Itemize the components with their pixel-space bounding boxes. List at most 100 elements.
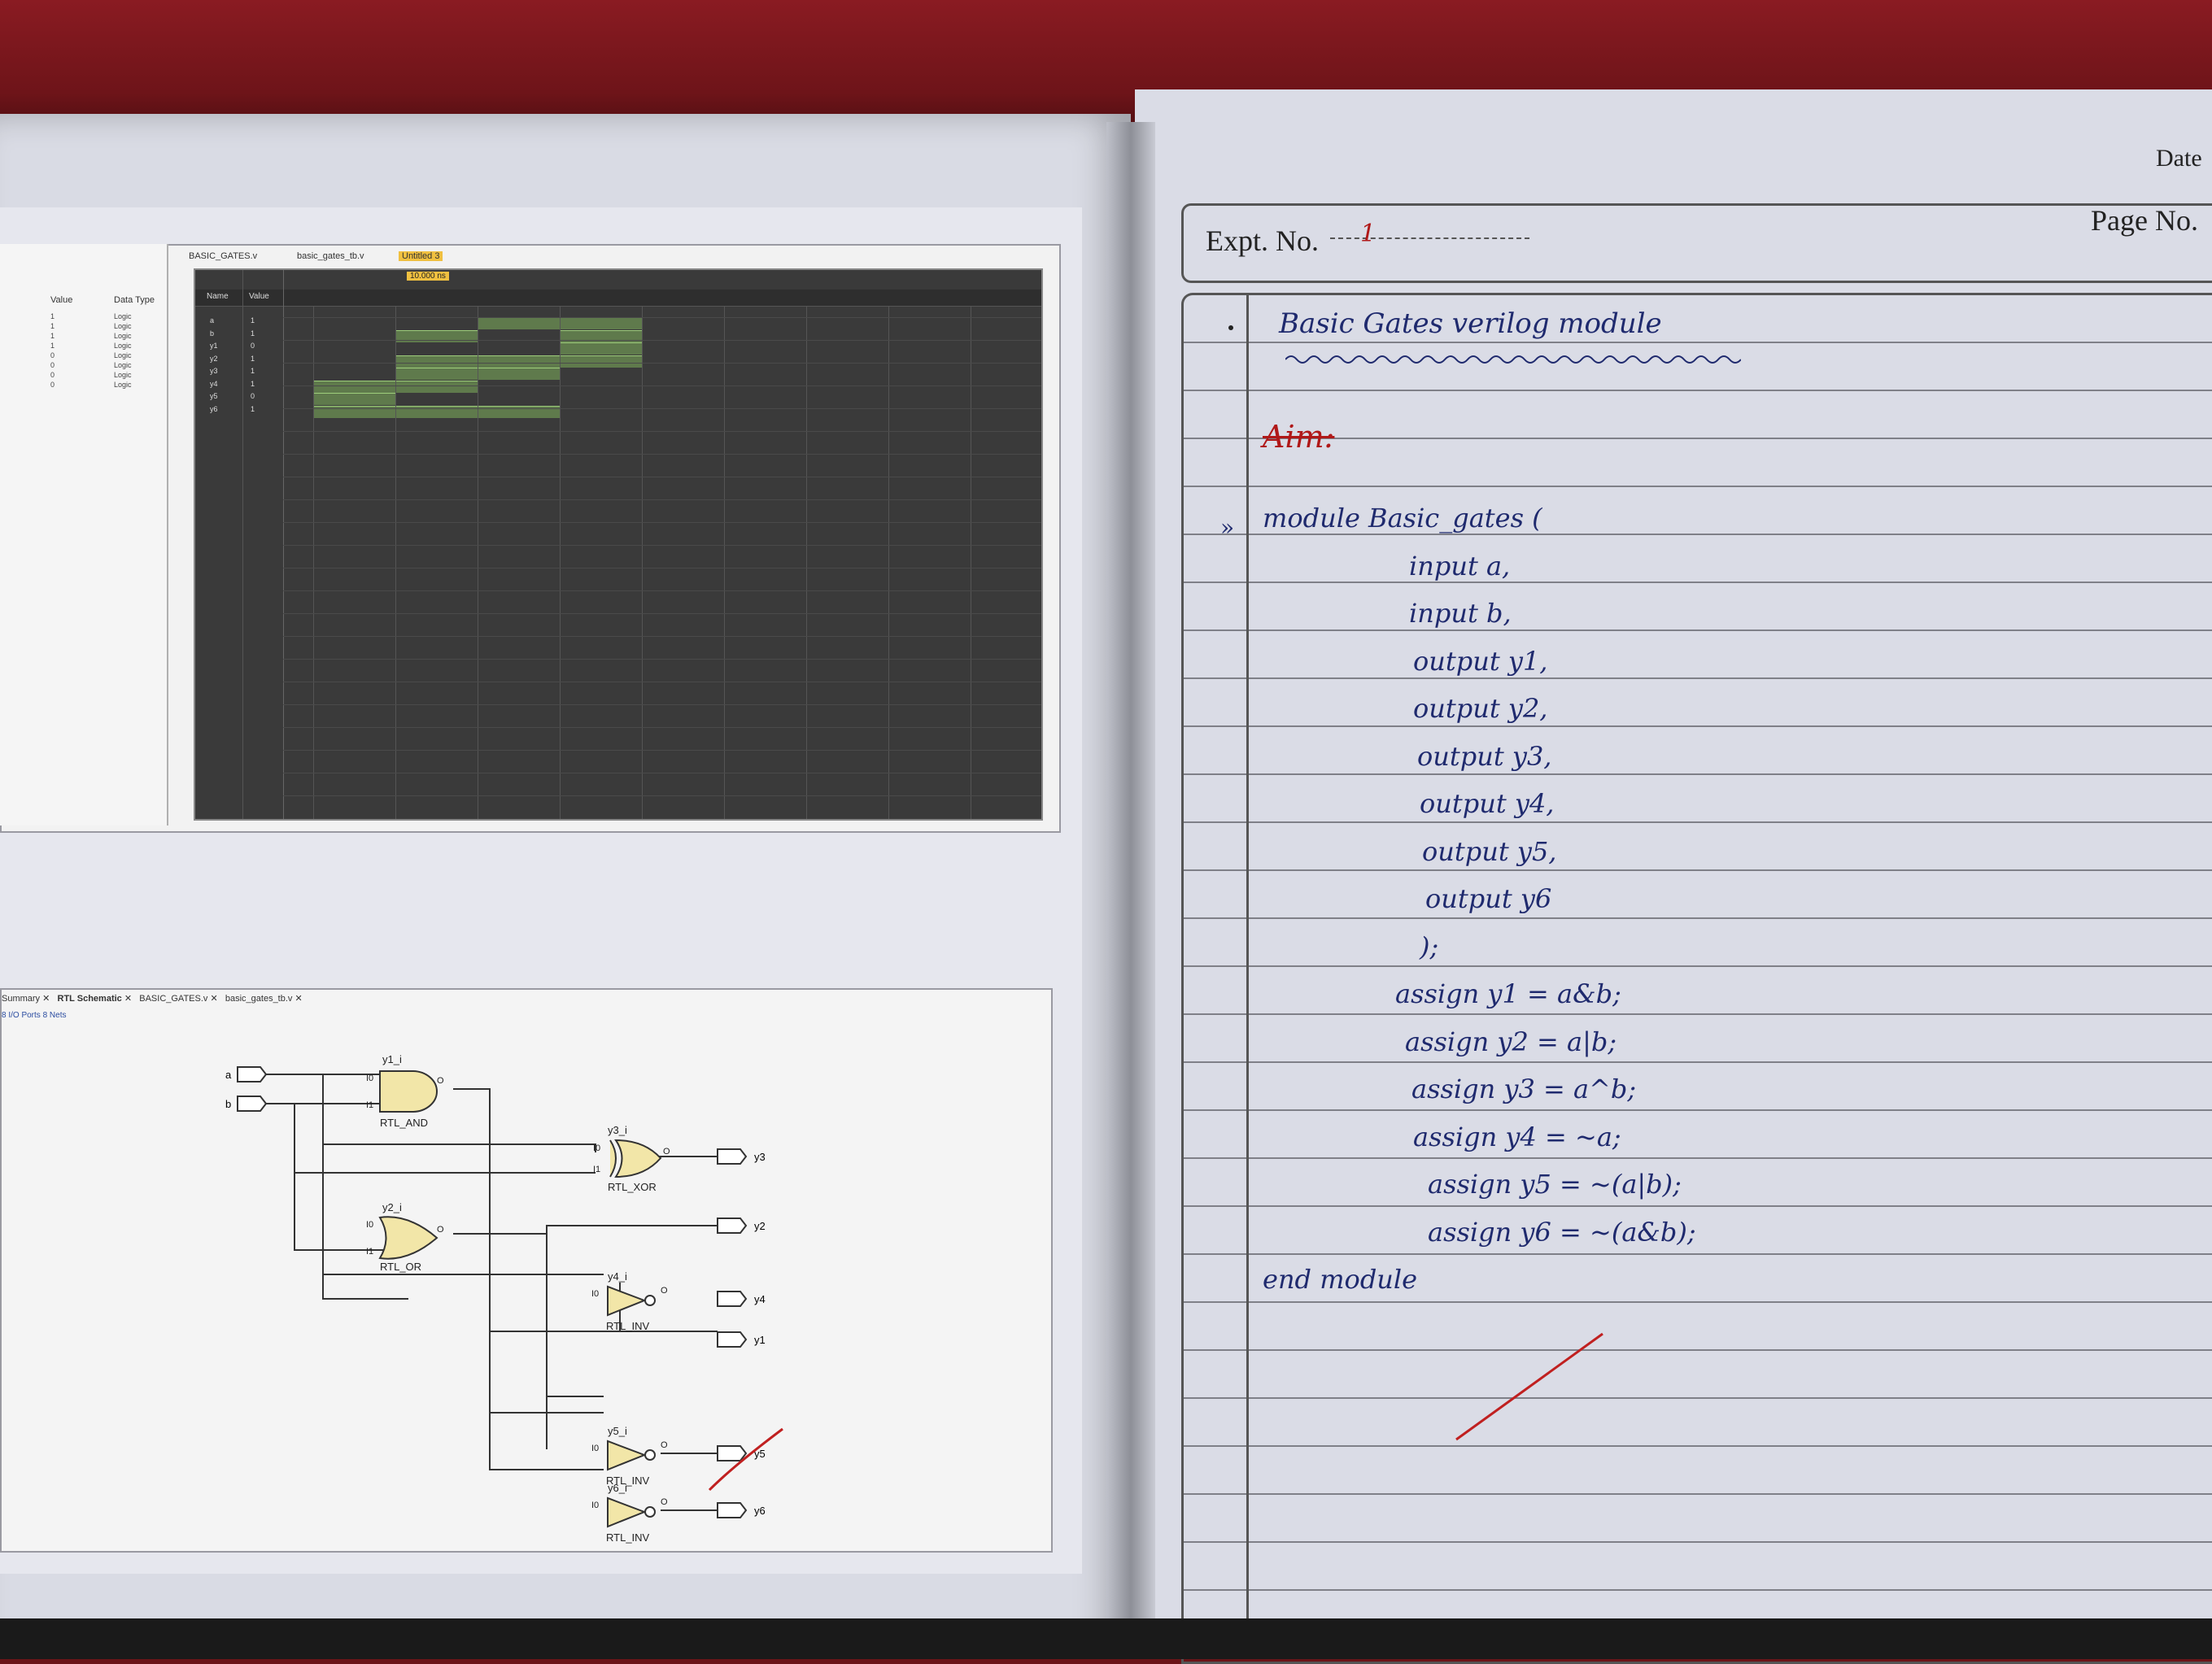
pin-label-o: O	[663, 1147, 670, 1157]
code-line: output y5,	[1422, 835, 1557, 867]
signal-value: 1	[251, 404, 255, 413]
object-value: 0	[50, 351, 55, 359]
tab-basic-gates-tb[interactable]: basic_gates_tb.v	[297, 251, 364, 261]
code-line: assign y6 = ~(a&b);	[1428, 1216, 1696, 1248]
signal-value-column	[242, 270, 284, 819]
waveform-high-segment	[395, 368, 478, 380]
gate-inst-y6: y6_i	[608, 1482, 627, 1494]
code-line: assign y4 = ~a;	[1413, 1121, 1621, 1152]
gate-inst-y1: y1_i	[382, 1053, 402, 1065]
signal-value: 1	[251, 329, 255, 338]
object-value: 1	[50, 312, 55, 320]
code-line: output y2,	[1413, 693, 1548, 724]
tab-untitled[interactable]: Untitled 3	[399, 251, 443, 261]
signal-value: 0	[251, 342, 255, 350]
row-gridline	[283, 659, 1041, 660]
gate-inst-y5: y5_i	[608, 1425, 627, 1437]
gate-type-y1: RTL_AND	[380, 1117, 428, 1129]
wires	[266, 1074, 718, 1511]
margin-line	[1246, 293, 1249, 1659]
objects-panel: Value Data Type 1 Logic 1 Logic 1 Logic …	[0, 244, 168, 825]
input-port-a	[237, 1066, 268, 1082]
code-line: output y1,	[1413, 645, 1548, 677]
pin-label-i1: I1	[366, 1100, 373, 1110]
simulator-tabbar: BASIC_GATES.v basic_gates_tb.v Untitled …	[171, 248, 1049, 266]
object-type: Logic	[114, 312, 132, 320]
code-line: assign y5 = ~(a|b);	[1428, 1169, 1682, 1200]
row-gridline	[283, 636, 1041, 637]
waveform-high-segment	[395, 405, 478, 418]
cursor-time-marker: 10.000 ns	[407, 272, 449, 281]
row-gridline	[283, 431, 1041, 432]
waveform-high-segment	[560, 342, 642, 355]
waveform-high-segment	[560, 355, 642, 368]
waveform-high-segment	[395, 355, 478, 368]
experiment-number-value: 1	[1360, 220, 1377, 248]
input-label-a: a	[225, 1069, 232, 1081]
row-gridline	[283, 613, 1041, 614]
tab-basic-gates[interactable]: BASIC_GATES.v	[189, 251, 257, 261]
object-type: Logic	[114, 332, 132, 340]
endmodule-line: end module	[1263, 1264, 1418, 1295]
waveform-high-segment	[560, 317, 642, 329]
signal-value: 1	[251, 354, 255, 363]
pin-label-i0: I0	[593, 1143, 600, 1153]
inv-gate-y5	[607, 1440, 647, 1471]
inv-gate-y6	[607, 1496, 647, 1528]
output-label-y6: y6	[754, 1505, 766, 1517]
code-line: assign y2 = a|b;	[1405, 1026, 1617, 1057]
time-gridline	[724, 306, 725, 819]
object-value: 1	[50, 332, 55, 340]
pin-label-o: O	[661, 1286, 668, 1296]
table-edge	[0, 1618, 2212, 1659]
inv-gate-y4	[607, 1285, 647, 1317]
waveform-high-segment	[478, 368, 560, 380]
gate-inst-y3: y3_i	[608, 1124, 627, 1136]
signal-name: y3	[210, 367, 218, 375]
output-label-y1: y1	[754, 1334, 766, 1346]
row-gridline	[283, 750, 1041, 751]
pin-label-i0: I0	[591, 1501, 599, 1510]
signal-name: y5	[210, 392, 218, 400]
output-label-y4: y4	[754, 1293, 766, 1305]
waveform-header: Name Value	[195, 290, 1041, 307]
title-underline-squiggle	[1285, 355, 1741, 364]
ruled-writing-area	[1181, 293, 2212, 1664]
row-gridline	[283, 363, 1041, 364]
signal-value: 0	[251, 392, 255, 400]
objects-type-header: Data Type	[114, 295, 155, 305]
input-ports: a b	[225, 1066, 268, 1112]
gate-inst-y2: y2_i	[382, 1201, 402, 1213]
signal-value: 1	[251, 367, 255, 375]
handwritten-title: Basic Gates verilog module	[1279, 307, 1662, 340]
object-value: 0	[50, 371, 55, 379]
waveform-high-segment	[313, 405, 395, 418]
rtl-schematic-screenshot: Summary ✕ RTL Schematic ✕ BASIC_GATES.v …	[0, 988, 1053, 1553]
code-line: assign y3 = a^b;	[1411, 1074, 1637, 1104]
row-gridline	[283, 317, 1041, 318]
object-type: Logic	[114, 322, 132, 330]
xor-gate-y3	[609, 1139, 662, 1178]
signal-name: y2	[210, 354, 218, 363]
code-line: );	[1420, 930, 1439, 962]
and-gate-y1	[379, 1070, 438, 1113]
waveform-high-segment	[478, 317, 560, 329]
input-label-b: b	[225, 1098, 231, 1110]
row-gridline	[283, 499, 1041, 500]
output-label-y2: y2	[754, 1220, 766, 1232]
arrow-marker: »	[1220, 514, 1235, 541]
output-label-y3: y3	[754, 1151, 766, 1163]
pin-label-o: O	[437, 1076, 444, 1086]
waveform-high-segment	[478, 405, 560, 418]
code-line: input a,	[1409, 550, 1511, 582]
object-value: 1	[50, 342, 55, 350]
pin-label-o: O	[661, 1440, 668, 1450]
row-gridline	[283, 727, 1041, 728]
object-type: Logic	[114, 361, 132, 369]
signal-name: a	[210, 316, 215, 325]
gates	[378, 1070, 662, 1528]
time-gridline	[395, 306, 396, 819]
pin-label-i0: I0	[591, 1289, 599, 1299]
objects-value-header: Value	[50, 295, 73, 305]
row-gridline	[283, 340, 1041, 341]
